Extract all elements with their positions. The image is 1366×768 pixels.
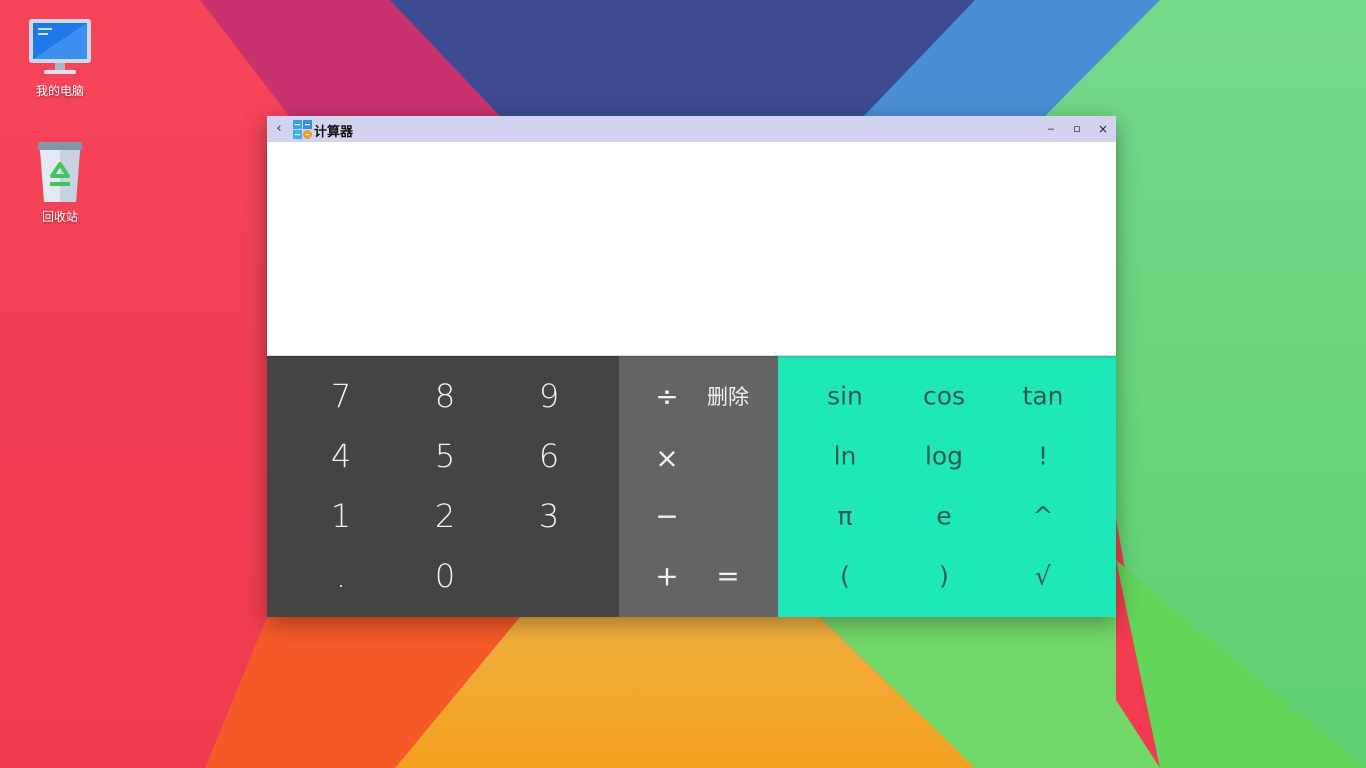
key-7[interactable]: 7: [331, 377, 351, 415]
key-2[interactable]: 2: [435, 497, 455, 535]
key-power[interactable]: ^: [1033, 502, 1054, 531]
back-button[interactable]: ‹: [271, 119, 287, 139]
key-8[interactable]: 8: [435, 377, 455, 415]
key-0[interactable]: 0: [435, 557, 455, 595]
number-pad: 7 8 9 4 5 6 1 2 3 . 0: [267, 356, 619, 617]
desktop-icon-label: 回收站: [41, 210, 78, 224]
desktop-icon-recycle-bin[interactable]: 回收站: [15, 140, 105, 225]
minimize-button[interactable]: ‒: [1041, 119, 1061, 139]
scientific-pad: sin cos tan ln log ! π e ^ ( ) √: [778, 356, 1116, 617]
key-9[interactable]: 9: [539, 377, 559, 415]
calculator-app-icon: [293, 120, 312, 139]
key-1[interactable]: 1: [331, 497, 351, 535]
key-sin[interactable]: sin: [827, 382, 863, 411]
key-divide[interactable]: ÷: [655, 380, 678, 413]
calculator-window: ‹ 计算器 ‒ ▫ × 7 8 9 4 5 6 1 2 3 . 0 ÷ 删除 ×…: [267, 116, 1116, 617]
key-left-paren[interactable]: (: [840, 562, 850, 591]
key-cos[interactable]: cos: [923, 382, 965, 411]
key-e[interactable]: e: [936, 502, 951, 531]
window-title: 计算器: [314, 125, 354, 140]
key-minus[interactable]: −: [655, 500, 678, 533]
computer-icon: [29, 19, 91, 74]
calculator-display: [267, 142, 1116, 355]
key-right-paren[interactable]: ): [939, 562, 949, 591]
key-equals[interactable]: =: [716, 560, 739, 593]
key-sqrt[interactable]: √: [1035, 562, 1051, 591]
key-6[interactable]: 6: [539, 437, 559, 475]
key-5[interactable]: 5: [435, 437, 455, 475]
key-plus[interactable]: +: [655, 560, 678, 593]
key-ln[interactable]: ln: [834, 442, 857, 471]
key-log[interactable]: log: [925, 442, 963, 471]
operator-pad: ÷ 删除 × − + =: [619, 356, 778, 617]
close-button[interactable]: ×: [1093, 119, 1113, 139]
desktop-icon-label: 我的电脑: [35, 84, 84, 98]
key-factorial[interactable]: !: [1038, 442, 1048, 471]
key-4[interactable]: 4: [331, 437, 351, 475]
key-decimal[interactable]: .: [336, 557, 346, 595]
maximize-button[interactable]: ▫: [1067, 119, 1087, 139]
key-tan[interactable]: tan: [1023, 382, 1064, 411]
desktop-icon-my-computer[interactable]: 我的电脑: [15, 16, 105, 99]
trash-icon: [38, 142, 82, 202]
key-delete[interactable]: 删除: [707, 381, 749, 411]
window-titlebar[interactable]: ‹ 计算器 ‒ ▫ ×: [267, 116, 1116, 142]
key-multiply[interactable]: ×: [655, 442, 678, 475]
key-3[interactable]: 3: [539, 497, 559, 535]
key-pi[interactable]: π: [837, 502, 852, 531]
